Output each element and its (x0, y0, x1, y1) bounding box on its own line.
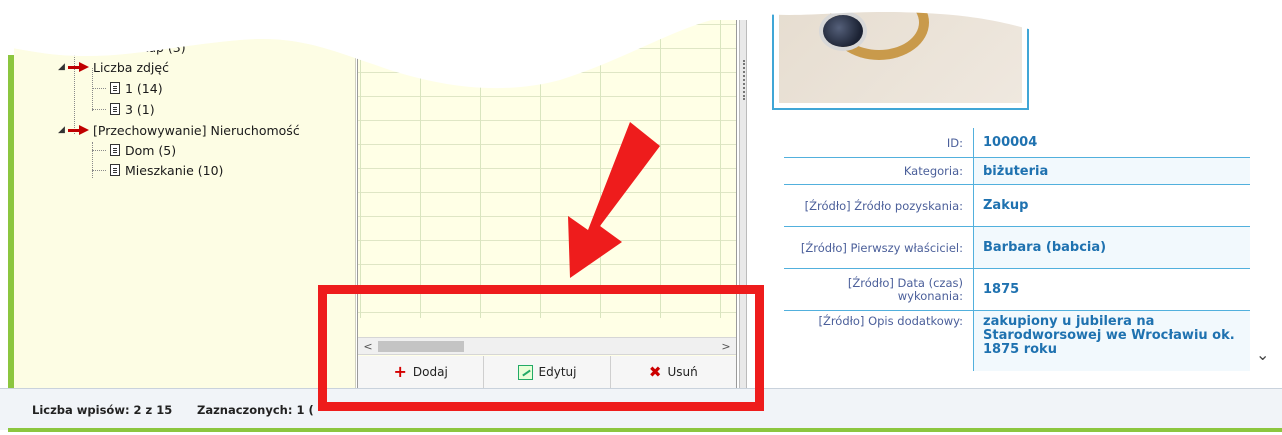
chevron-down-icon[interactable]: ⌄ (1256, 345, 1269, 364)
annotation-arrow-icon (568, 122, 660, 278)
field-label: [Źródło] Pierwszy właściciel: (784, 227, 974, 268)
selected-count: Zaznaczonych: 1 ( (197, 403, 314, 417)
detail-row: [Źródło] Opis dodatkowy: zakupiony u jub… (784, 311, 1250, 371)
detail-row: Kategoria: biżuteria (784, 158, 1250, 185)
document-icon (110, 164, 120, 176)
detail-row: [Źródło] Źródło pozyskania: Zakup (784, 185, 1250, 227)
field-value: zakupiony u jubilera na Starodworsowej w… (974, 311, 1250, 371)
annotation-highlight-box (318, 285, 764, 411)
tree-item[interactable]: 3 (1) (92, 100, 155, 118)
detail-row: [Źródło] Pierwszy właściciel: Barbara (b… (784, 227, 1250, 269)
document-icon (110, 144, 120, 156)
tree-group-label: [Przechowywanie] Nieruchomość (93, 122, 300, 138)
record-count: Liczba wpisów: 2 z 15 (32, 403, 173, 417)
details-table: ID: 100004 Kategoria: biżuteria [Źródło]… (784, 128, 1250, 371)
tree-group[interactable]: ◢ [Przechowywanie] Nieruchomość (58, 121, 300, 139)
tree-item[interactable]: Dom (5) (92, 141, 176, 159)
field-label: [Źródło] Data (czas) wykonania: (784, 269, 974, 310)
field-label: ID: (784, 128, 974, 157)
field-label: [Źródło] Opis dodatkowy: (784, 311, 974, 371)
collapse-icon[interactable]: ◢ (58, 125, 68, 135)
tree-item-label: Dom (5) (125, 142, 177, 158)
detail-row: [Źródło] Data (czas) wykonania: 1875 (784, 269, 1250, 311)
tree-item-label: Mieszkanie (10) (125, 162, 224, 178)
red-arrow-icon (68, 124, 90, 136)
field-value: biżuteria (974, 158, 1250, 184)
field-label: [Źródło] Źródło pozyskania: (784, 185, 974, 226)
tree-item[interactable]: Mieszkanie (10) (92, 161, 223, 179)
field-value: Barbara (babcia) (974, 227, 1250, 268)
field-value: Zakup (983, 198, 1029, 213)
document-icon (110, 103, 120, 115)
torn-edge (0, 0, 1282, 89)
field-value: 100004 (983, 135, 1038, 150)
accent-stripe (8, 428, 1282, 432)
application-window: Zakup (3) ◢ Liczba zdjęć 1 (14) 3 (1) ◢ … (0, 0, 1282, 435)
tree-item-label: 3 (1) (125, 101, 155, 117)
field-value: 1875 (983, 282, 1020, 297)
detail-row: ID: 100004 (784, 128, 1250, 158)
field-label: Kategoria: (784, 158, 974, 184)
